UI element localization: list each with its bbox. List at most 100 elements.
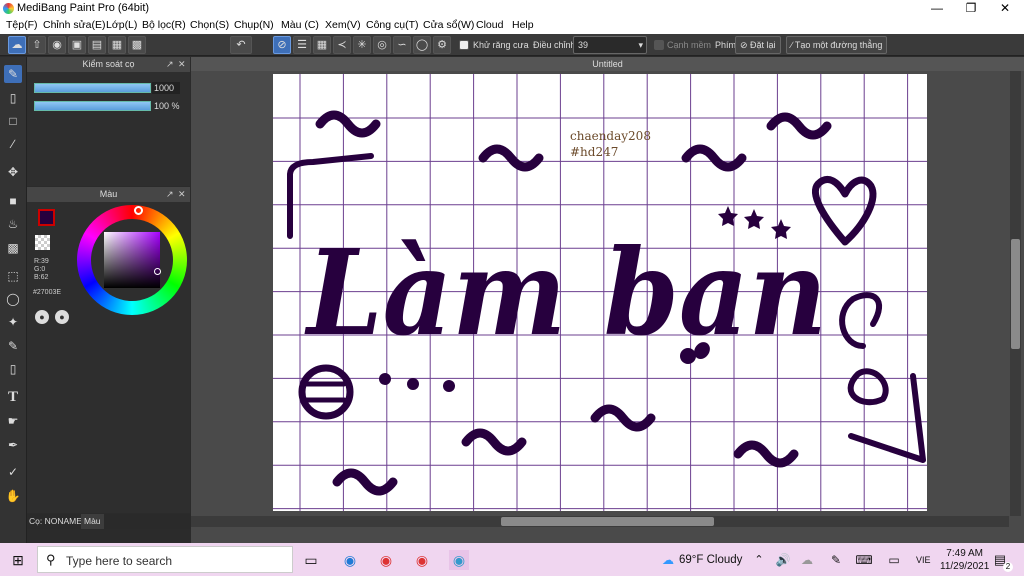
circle-snap-icon[interactable]: ◎ [373,36,391,54]
eyedropper-tool-icon[interactable]: ✒ [4,436,22,454]
radial-snap-icon[interactable]: ✳ [353,36,371,54]
hand-tool-icon[interactable]: ✋ [4,487,22,505]
menu-help[interactable]: Help [512,19,534,31]
brush-size-slider[interactable] [34,83,151,93]
move-tool-icon[interactable]: ✥ [4,163,22,181]
horizontal-scroll-thumb[interactable] [501,517,714,526]
no-snap-icon[interactable]: ⊘ [273,36,291,54]
menu-file[interactable]: Tệp(F) [6,19,38,31]
brush-opacity-slider[interactable] [34,101,151,111]
transparent-swatch[interactable] [35,235,50,250]
vanish-snap-icon[interactable]: ≺ [333,36,351,54]
chrome-profile-icon[interactable]: ◉ [412,550,432,570]
language-indicator[interactable]: VIE [916,555,931,565]
document-tab[interactable]: Untitled [191,57,1024,71]
text-tool-icon[interactable]: T [4,388,22,406]
select-eraser-tool-icon[interactable]: ▯ [4,360,22,378]
menu-view[interactable]: Xem(V) [325,19,361,31]
saturation-square[interactable] [104,232,160,288]
popout-icon[interactable]: ↗ [166,187,174,202]
ellipse-snap-icon[interactable]: ◯ [413,36,431,54]
chrome-icon[interactable]: ◉ [376,550,396,570]
edge-icon[interactable]: ◉ [340,550,360,570]
magic-wand-tool-icon[interactable]: ✦ [4,313,22,331]
cloud-icon[interactable]: ☁ [8,36,26,54]
color-picker-handle[interactable] [154,268,161,275]
vertical-scroll-thumb[interactable] [1011,239,1020,349]
popout-icon[interactable]: ↗ [166,57,174,72]
menu-layer[interactable]: Lớp(L) [106,19,137,31]
close-icon[interactable]: ✕ [178,57,186,72]
undo-icon[interactable]: ↶ [230,36,252,54]
straight-line-button[interactable]: ∕ Tạo một đường thẳng [786,36,888,54]
menu-tools[interactable]: Công cụ(T) [366,19,419,31]
curve-snap-icon[interactable]: ∽ [393,36,411,54]
display-icon[interactable]: ▭ [884,550,904,570]
adjust-select[interactable]: 39 ▾ [573,36,647,54]
cross-snap-icon[interactable]: ▦ [313,36,331,54]
keyboard-icon[interactable]: ⌨ [854,550,874,570]
clock[interactable]: 7:49 AM 11/29/2021 [940,547,989,573]
select-rect-tool-icon[interactable]: ⬚ [4,267,22,285]
grid-icon[interactable]: ▩ [128,36,146,54]
brush-tool-icon[interactable]: ✎ [4,65,22,83]
rgb-readout: R:39 G:0 B:62 [34,258,49,282]
hue-handle[interactable] [134,206,143,215]
settings-snap-icon[interactable]: ⚙ [433,36,451,54]
soft-edge-checkbox[interactable] [654,40,664,50]
fill-rect-tool-icon[interactable]: ■ [4,192,22,210]
artwork: chaenday208 #hd247 Làm bạn [273,74,927,511]
medibang-taskbar-icon[interactable]: ◉ [449,550,469,570]
search-icon: ⚲ [46,552,56,567]
windows-start-icon[interactable]: ⊞ [8,550,28,570]
weather-text[interactable]: 69°F Cloudy [679,554,742,566]
menu-select[interactable]: Chọn(S) [190,19,229,31]
cloud-sync-icon[interactable]: ☁ [797,550,817,570]
primary-color-swatch[interactable] [38,209,55,226]
color-tab[interactable]: Màu [81,514,104,529]
palette-add-icon[interactable]: ● [55,310,69,324]
brush-size-value[interactable]: 1000 [152,82,180,94]
comment-icon[interactable]: ▣ [68,36,86,54]
bucket-tool-icon[interactable]: ♨ [4,215,22,233]
watermark-line1: chaenday208 [570,129,651,143]
share-icon[interactable]: ⇧ [28,36,46,54]
eraser-tool-icon[interactable]: ▯ [4,89,22,107]
close-icon[interactable]: ✕ [178,187,186,202]
speaker-icon[interactable]: 🔊 [773,550,793,570]
task-view-icon[interactable]: ▭ [301,550,321,570]
close-button[interactable]: ✕ [988,0,1022,17]
pen-icon[interactable]: ✎ [826,550,846,570]
menu-edit[interactable]: Chỉnh sửa(E) [43,19,105,31]
antialias-checkbox[interactable] [459,40,469,50]
vertical-scrollbar[interactable] [1010,71,1021,516]
reset-button[interactable]: ⊘ Đặt lại [735,36,781,54]
brush-tab[interactable]: Cọ: NONAME [29,516,82,526]
chat-icon[interactable]: ◉ [48,36,66,54]
line-tool-icon[interactable]: ∕ [4,135,22,153]
menu-capture[interactable]: Chụp(N) [234,19,274,31]
parallel-snap-icon[interactable]: ☰ [293,36,311,54]
dot-tool-icon[interactable]: □ [4,112,22,130]
maximize-button[interactable]: ❐ [954,0,988,17]
dropper-tool-icon[interactable]: ✓ [4,463,22,481]
horizontal-scrollbar[interactable] [191,516,1009,527]
taskbar-search-box[interactable]: ⚲ Type here to search [37,546,293,573]
list-icon[interactable]: ▦ [108,36,126,54]
menu-filter[interactable]: Bộ lọc(R) [142,19,186,31]
menu-window[interactable]: Cửa sổ(W) [423,19,474,31]
squiggle [766,112,832,140]
menu-cloud[interactable]: Cloud [476,19,503,31]
drawing-canvas[interactable]: chaenday208 #hd247 Làm bạn [273,74,927,511]
gradient-tool-icon[interactable]: ▩ [4,239,22,257]
loop [839,292,882,349]
operation-tool-icon[interactable]: ☛ [4,412,22,430]
lasso-tool-icon[interactable]: ◯ [4,290,22,308]
chevron-up-icon[interactable]: ⌃ [749,550,769,570]
palette-icon[interactable]: ● [35,310,49,324]
select-pen-tool-icon[interactable]: ✎ [4,337,22,355]
page-icon[interactable]: ▤ [88,36,106,54]
menu-color[interactable]: Màu (C) [281,19,319,31]
minimize-button[interactable]: — [920,0,954,17]
green-value: G:0 [34,266,46,273]
